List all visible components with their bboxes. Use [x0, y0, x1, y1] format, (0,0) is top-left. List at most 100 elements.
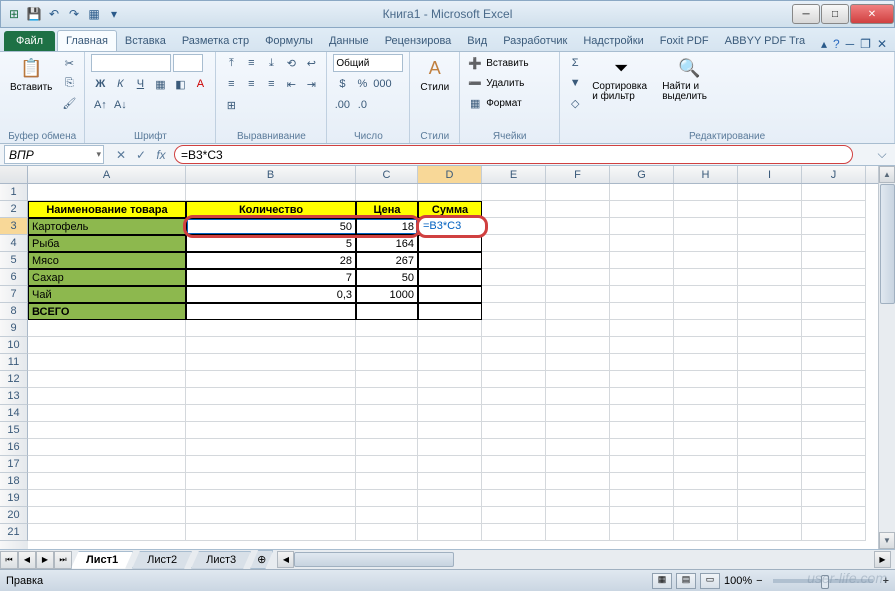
column-header-G[interactable]: G: [610, 166, 674, 183]
cell-I11[interactable]: [738, 354, 802, 371]
cell-E19[interactable]: [482, 490, 546, 507]
comma-icon[interactable]: 000: [373, 75, 391, 93]
cell-D16[interactable]: [418, 439, 482, 456]
cell-I5[interactable]: [738, 252, 802, 269]
cell-I18[interactable]: [738, 473, 802, 490]
sheet-nav-prev-icon[interactable]: ◀: [18, 551, 36, 569]
cell-F17[interactable]: [546, 456, 610, 473]
sort-filter-button[interactable]: ⏷ Сортировка и фильтр: [588, 54, 654, 104]
scroll-right-icon[interactable]: ▶: [874, 551, 891, 568]
cell-J1[interactable]: [802, 184, 866, 201]
cell-D10[interactable]: [418, 337, 482, 354]
align-right-icon[interactable]: ≡: [262, 75, 280, 93]
qat-icon-2[interactable]: ▾: [105, 5, 123, 23]
increase-decimal-icon[interactable]: .00: [333, 96, 351, 114]
cell-A21[interactable]: [28, 524, 186, 541]
cell-E8[interactable]: [482, 303, 546, 320]
cell-E10[interactable]: [482, 337, 546, 354]
cell-D15[interactable]: [418, 422, 482, 439]
tab-data[interactable]: Данные: [321, 31, 377, 51]
cell-F9[interactable]: [546, 320, 610, 337]
tab-home[interactable]: Главная: [57, 30, 117, 51]
cell-D1[interactable]: [418, 184, 482, 201]
cell-F4[interactable]: [546, 235, 610, 252]
cell-B12[interactable]: [186, 371, 356, 388]
tab-foxit[interactable]: Foxit PDF: [652, 31, 717, 51]
row-header-10[interactable]: 10: [0, 337, 28, 354]
row-header-21[interactable]: 21: [0, 524, 28, 541]
cell-F15[interactable]: [546, 422, 610, 439]
column-header-C[interactable]: C: [356, 166, 418, 183]
cell-H14[interactable]: [674, 405, 738, 422]
cell-H18[interactable]: [674, 473, 738, 490]
cell-J15[interactable]: [802, 422, 866, 439]
sheet-nav-last-icon[interactable]: ⏭: [54, 551, 72, 569]
cell-B18[interactable]: [186, 473, 356, 490]
new-sheet-icon[interactable]: ⊕: [250, 550, 273, 569]
cell-A7[interactable]: Чай: [28, 286, 186, 303]
cell-A19[interactable]: [28, 490, 186, 507]
cell-I4[interactable]: [738, 235, 802, 252]
align-top-icon[interactable]: ⤒: [222, 54, 240, 72]
sheet-nav-next-icon[interactable]: ▶: [36, 551, 54, 569]
cell-A11[interactable]: [28, 354, 186, 371]
cancel-formula-icon[interactable]: ✕: [112, 146, 130, 164]
cell-A18[interactable]: [28, 473, 186, 490]
cell-J18[interactable]: [802, 473, 866, 490]
cell-I16[interactable]: [738, 439, 802, 456]
cell-E17[interactable]: [482, 456, 546, 473]
cell-H4[interactable]: [674, 235, 738, 252]
row-header-11[interactable]: 11: [0, 354, 28, 371]
cell-A1[interactable]: [28, 184, 186, 201]
cell-G13[interactable]: [610, 388, 674, 405]
cell-A3[interactable]: Картофель: [28, 218, 186, 235]
cell-G14[interactable]: [610, 405, 674, 422]
row-header-20[interactable]: 20: [0, 507, 28, 524]
cell-B19[interactable]: [186, 490, 356, 507]
cell-G8[interactable]: [610, 303, 674, 320]
row-header-15[interactable]: 15: [0, 422, 28, 439]
cell-H19[interactable]: [674, 490, 738, 507]
font-size-select[interactable]: [173, 54, 203, 72]
cell-G9[interactable]: [610, 320, 674, 337]
cell-J11[interactable]: [802, 354, 866, 371]
underline-button[interactable]: Ч: [131, 75, 149, 93]
row-header-14[interactable]: 14: [0, 405, 28, 422]
cell-G19[interactable]: [610, 490, 674, 507]
cell-G7[interactable]: [610, 286, 674, 303]
cell-C5[interactable]: 267: [356, 252, 418, 269]
cell-J17[interactable]: [802, 456, 866, 473]
cell-F3[interactable]: [546, 218, 610, 235]
cell-F13[interactable]: [546, 388, 610, 405]
cell-B3[interactable]: 50: [186, 218, 356, 235]
column-header-J[interactable]: J: [802, 166, 866, 183]
cell-D11[interactable]: [418, 354, 482, 371]
tab-developer[interactable]: Разработчик: [495, 31, 575, 51]
cell-E14[interactable]: [482, 405, 546, 422]
cell-J2[interactable]: [802, 201, 866, 218]
cell-F1[interactable]: [546, 184, 610, 201]
cells-area[interactable]: =B3*C3 Наименование товараКоличествоЦена…: [28, 184, 895, 549]
hscroll-thumb[interactable]: [294, 552, 454, 567]
cell-F10[interactable]: [546, 337, 610, 354]
column-header-H[interactable]: H: [674, 166, 738, 183]
cell-E20[interactable]: [482, 507, 546, 524]
cell-I13[interactable]: [738, 388, 802, 405]
doc-close-icon[interactable]: ✕: [877, 37, 887, 51]
close-button[interactable]: ✕: [850, 4, 894, 24]
fx-icon[interactable]: fx: [152, 146, 170, 164]
row-header-4[interactable]: 4: [0, 235, 28, 252]
cell-C3[interactable]: 18: [356, 218, 418, 235]
scroll-left-icon[interactable]: ◀: [277, 551, 294, 568]
cell-D13[interactable]: [418, 388, 482, 405]
cell-F5[interactable]: [546, 252, 610, 269]
sheet-nav-first-icon[interactable]: ⏮: [0, 551, 18, 569]
cell-A15[interactable]: [28, 422, 186, 439]
cell-C16[interactable]: [356, 439, 418, 456]
cell-B10[interactable]: [186, 337, 356, 354]
cell-F21[interactable]: [546, 524, 610, 541]
cell-J13[interactable]: [802, 388, 866, 405]
row-header-18[interactable]: 18: [0, 473, 28, 490]
page-layout-icon[interactable]: ▤: [676, 573, 696, 589]
column-header-E[interactable]: E: [482, 166, 546, 183]
